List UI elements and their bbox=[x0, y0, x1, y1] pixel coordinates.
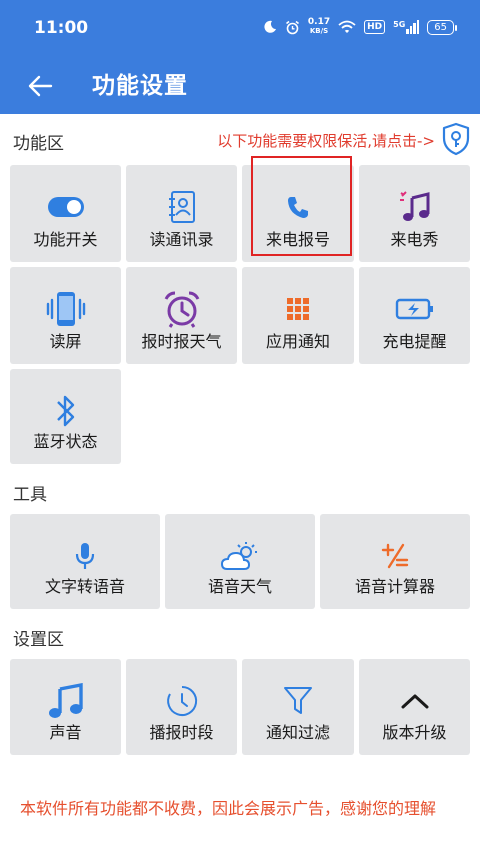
footer-note: 本软件所有功能都不收费，因此会展示广告，感谢您的理解 bbox=[20, 799, 437, 818]
back-button[interactable] bbox=[20, 66, 60, 106]
tile-function-switch[interactable]: 功能开关 bbox=[10, 165, 121, 262]
tile-app-notification[interactable]: 应用通知 bbox=[242, 267, 354, 364]
tile-label: 语音计算器 bbox=[354, 577, 435, 596]
section-title-function: 功能区 bbox=[13, 134, 64, 154]
tile-label: 版本升级 bbox=[382, 723, 447, 742]
tile-caller-show[interactable]: 来电秀 bbox=[359, 165, 470, 262]
tile-label: 播报时段 bbox=[149, 723, 214, 742]
tile-voice-weather[interactable]: 语音天气 bbox=[165, 514, 315, 609]
tile-label: 语音天气 bbox=[207, 577, 272, 596]
network-type: 5G bbox=[393, 20, 406, 29]
section-title-settings: 设置区 bbox=[13, 630, 64, 650]
tile-label: 通知过滤 bbox=[265, 723, 330, 742]
tile-sound[interactable]: 声音 bbox=[10, 659, 121, 755]
tile-label: 来电秀 bbox=[390, 230, 439, 249]
apps-grid-icon bbox=[278, 289, 318, 329]
filter-icon bbox=[278, 681, 318, 721]
section-title-tools: 工具 bbox=[13, 485, 47, 505]
clock-icon bbox=[162, 681, 202, 721]
chevron-up-icon bbox=[395, 681, 435, 721]
moon-icon bbox=[264, 20, 276, 33]
tile-label: 来电报号 bbox=[265, 230, 330, 249]
tile-label: 文字转语音 bbox=[44, 577, 125, 596]
signal-icon: 5G bbox=[393, 20, 420, 34]
tile-caller-announce[interactable]: 来电报号 bbox=[242, 165, 354, 262]
tile-broadcast-period[interactable]: 播报时段 bbox=[126, 659, 237, 755]
net-speed-unit: KB/S bbox=[309, 27, 329, 35]
alarm-clock-icon bbox=[162, 289, 202, 329]
tile-screen-reader[interactable]: 读屏 bbox=[10, 267, 121, 364]
tile-label: 报时报天气 bbox=[141, 332, 222, 351]
tile-read-contacts[interactable]: 读通讯录 bbox=[126, 165, 237, 262]
phone-vibrate-icon bbox=[46, 289, 86, 329]
permission-button[interactable] bbox=[440, 122, 472, 156]
phone-icon bbox=[278, 187, 318, 227]
microphone-icon bbox=[65, 536, 105, 576]
tile-label: 充电提醒 bbox=[382, 332, 447, 351]
status-icons: 0.17 KB/S HD 5G 65 bbox=[263, 18, 457, 36]
tile-label: 声音 bbox=[49, 723, 82, 742]
status-time: 11:00 bbox=[34, 18, 89, 38]
tile-bluetooth-status[interactable]: 蓝牙状态 bbox=[10, 369, 121, 464]
music-notes-icon bbox=[46, 681, 86, 721]
net-speed: 0.17 KB/S bbox=[308, 18, 330, 36]
battery-charging-icon bbox=[395, 289, 435, 329]
tile-notification-filter[interactable]: 通知过滤 bbox=[242, 659, 354, 755]
wifi-icon bbox=[338, 20, 356, 33]
calculator-icon bbox=[375, 536, 415, 576]
tile-label: 读通讯录 bbox=[149, 230, 214, 249]
permission-note[interactable]: 以下功能需要权限保活,请点击-> bbox=[217, 130, 435, 151]
hd-badge: HD bbox=[364, 20, 386, 34]
bluetooth-icon bbox=[46, 391, 86, 431]
tile-charging-reminder[interactable]: 充电提醒 bbox=[359, 267, 470, 364]
alarm-icon bbox=[285, 20, 299, 34]
tile-voice-calculator[interactable]: 语音计算器 bbox=[320, 514, 470, 609]
music-note-icon bbox=[395, 187, 435, 227]
shield-key-icon bbox=[442, 122, 470, 156]
net-speed-value: 0.17 bbox=[307, 17, 331, 27]
status-bar: 11:00 0.17 KB/S HD 5G 65 bbox=[0, 0, 480, 58]
page-title: 功能设置 bbox=[92, 73, 188, 99]
contacts-book-icon bbox=[162, 187, 202, 227]
tile-label: 蓝牙状态 bbox=[33, 432, 98, 451]
app-header: 11:00 0.17 KB/S HD 5G 65 功能设置 bbox=[0, 0, 480, 114]
battery-level: 65 bbox=[427, 19, 457, 35]
tile-label: 应用通知 bbox=[265, 332, 330, 351]
tile-label: 功能开关 bbox=[33, 230, 98, 249]
arrow-left-icon bbox=[28, 75, 53, 97]
weather-icon bbox=[220, 536, 260, 576]
tile-text-to-speech[interactable]: 文字转语音 bbox=[10, 514, 160, 609]
tile-time-weather[interactable]: 报时报天气 bbox=[126, 267, 237, 364]
tile-version-upgrade[interactable]: 版本升级 bbox=[359, 659, 470, 755]
nav-bar: 功能设置 bbox=[0, 58, 480, 114]
toggle-icon bbox=[46, 187, 86, 227]
tile-label: 读屏 bbox=[49, 332, 82, 351]
